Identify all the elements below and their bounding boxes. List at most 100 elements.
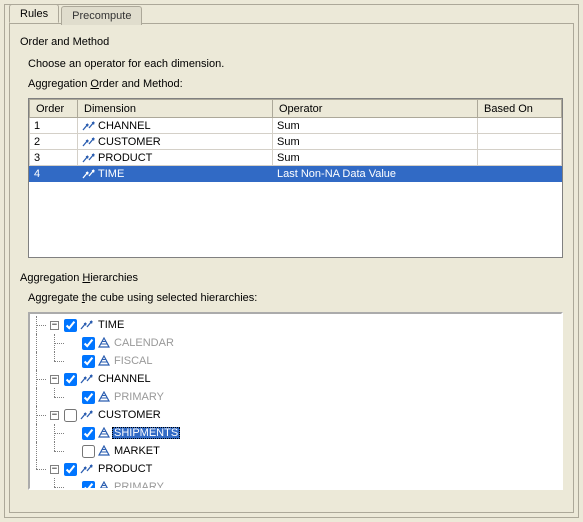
tree-toggle-icon[interactable]: −	[50, 321, 59, 330]
tree-branch	[32, 424, 48, 442]
hierarchies-title: Aggregation Hierarchies	[20, 272, 563, 284]
cell-operator[interactable]: Sum	[273, 118, 478, 134]
cell-basedon[interactable]	[478, 166, 562, 182]
tree-hierarchy-node[interactable]: FISCAL	[32, 352, 559, 370]
tree-spacer	[68, 447, 77, 456]
hierarchies-tree[interactable]: − TIME CALENDAR	[28, 312, 563, 490]
hierarchy-icon	[98, 481, 110, 490]
section-subtitle: Choose an operator for each dimension.	[28, 58, 563, 70]
tree-toggle-icon[interactable]: −	[50, 375, 59, 384]
tree-branch	[32, 460, 48, 478]
table-label: Aggregation Order and Method:	[28, 78, 563, 90]
col-order[interactable]: Order	[30, 100, 78, 118]
cell-order[interactable]: 3	[30, 150, 78, 166]
hierarchy-icon	[98, 427, 110, 439]
table-row[interactable]: 1 CHANNEL Sum	[30, 118, 562, 134]
dimension-label: CHANNEL	[98, 120, 151, 132]
tree-toggle-icon[interactable]: −	[50, 465, 59, 474]
tab-content-rules: Order and Method Choose an operator for …	[9, 23, 574, 513]
tree-hierarchy-node[interactable]: MARKET	[32, 442, 559, 460]
tree-spacer	[68, 483, 77, 491]
cell-dimension[interactable]: PRODUCT	[78, 150, 273, 166]
tree-node-label[interactable]: PRIMARY	[112, 391, 166, 403]
tree-branch	[50, 334, 66, 352]
cell-basedon[interactable]	[478, 134, 562, 150]
tree-checkbox[interactable]	[64, 463, 77, 476]
hierarchy-icon	[98, 445, 110, 457]
tree-checkbox[interactable]	[82, 337, 95, 350]
cell-basedon[interactable]	[478, 118, 562, 134]
tree-node-label[interactable]: PRODUCT	[96, 463, 154, 475]
tree-checkbox[interactable]	[82, 391, 95, 404]
tree-branch	[32, 334, 48, 352]
dimension-icon	[80, 319, 94, 331]
tree-checkbox[interactable]	[82, 481, 95, 491]
dimension-icon	[82, 136, 96, 148]
tree-node-label[interactable]: CALENDAR	[112, 337, 176, 349]
tree-node-label[interactable]: MARKET	[112, 445, 162, 457]
tree-branch	[50, 352, 66, 370]
section-title: Order and Method	[20, 36, 563, 48]
tree-node-label[interactable]: SHIPMENTS	[112, 427, 180, 439]
cell-operator[interactable]: Sum	[273, 150, 478, 166]
dimension-icon	[80, 409, 94, 421]
tree-dimension-node[interactable]: − TIME	[32, 316, 559, 334]
tree-branch	[50, 478, 66, 490]
tree-branch	[32, 388, 48, 406]
dimension-label: CUSTOMER	[98, 136, 161, 148]
tree-checkbox[interactable]	[82, 445, 95, 458]
tree-node-label[interactable]: PRIMARY	[112, 481, 166, 490]
tree-checkbox[interactable]	[64, 409, 77, 422]
tree-dimension-node[interactable]: − PRODUCT	[32, 460, 559, 478]
tree-checkbox[interactable]	[64, 373, 77, 386]
tree-hierarchy-node[interactable]: PRIMARY	[32, 388, 559, 406]
tree-branch	[50, 442, 66, 460]
table-row[interactable]: 2 CUSTOMER Sum	[30, 134, 562, 150]
tree-hierarchy-node[interactable]: PRIMARY	[32, 478, 559, 490]
tree-branch	[32, 316, 48, 334]
tree-checkbox[interactable]	[82, 355, 95, 368]
cell-order[interactable]: 2	[30, 134, 78, 150]
dimension-icon	[80, 373, 94, 385]
tree-checkbox[interactable]	[64, 319, 77, 332]
cell-operator[interactable]: Last Non-NA Data Value	[273, 166, 478, 182]
tree-branch	[50, 388, 66, 406]
col-operator[interactable]: Operator	[273, 100, 478, 118]
tree-hierarchy-node[interactable]: CALENDAR	[32, 334, 559, 352]
cell-order[interactable]: 4	[30, 166, 78, 182]
tree-spacer	[68, 429, 77, 438]
tree-branch	[32, 370, 48, 388]
tree-node-label[interactable]: TIME	[96, 319, 126, 331]
tree-checkbox[interactable]	[82, 427, 95, 440]
table-row[interactable]: 4 TIME Last Non-NA Data Value	[30, 166, 562, 182]
cell-basedon[interactable]	[478, 150, 562, 166]
tree-dimension-node[interactable]: − CHANNEL	[32, 370, 559, 388]
dimension-label: PRODUCT	[98, 152, 152, 164]
aggregation-order-table[interactable]: Order Dimension Operator Based On 1 CHAN…	[28, 98, 563, 258]
cell-dimension[interactable]: CUSTOMER	[78, 134, 273, 150]
cell-operator[interactable]: Sum	[273, 134, 478, 150]
tab-precompute[interactable]: Precompute	[61, 6, 142, 25]
table-row[interactable]: 3 PRODUCT Sum	[30, 150, 562, 166]
cell-dimension[interactable]: TIME	[78, 166, 273, 182]
hierarchies-subtitle: Aggregate the cube using selected hierar…	[28, 292, 563, 304]
tab-rules[interactable]: Rules	[9, 4, 59, 23]
col-dimension[interactable]: Dimension	[78, 100, 273, 118]
tree-node-label[interactable]: CUSTOMER	[96, 409, 163, 421]
dimension-icon	[82, 168, 96, 180]
dimension-icon	[80, 463, 94, 475]
tree-spacer	[68, 339, 77, 348]
cell-dimension[interactable]: CHANNEL	[78, 118, 273, 134]
tree-node-label[interactable]: CHANNEL	[96, 373, 153, 385]
tree-dimension-node[interactable]: − CUSTOMER	[32, 406, 559, 424]
tree-spacer	[68, 357, 77, 366]
col-basedon[interactable]: Based On	[478, 100, 562, 118]
tree-toggle-icon[interactable]: −	[50, 411, 59, 420]
tree-node-label[interactable]: FISCAL	[112, 355, 155, 367]
tree-hierarchy-node[interactable]: SHIPMENTS	[32, 424, 559, 442]
tree-spacer	[68, 393, 77, 402]
cell-order[interactable]: 1	[30, 118, 78, 134]
tree-branch	[32, 406, 48, 424]
hierarchy-icon	[98, 355, 110, 367]
dimension-label: TIME	[98, 168, 124, 180]
